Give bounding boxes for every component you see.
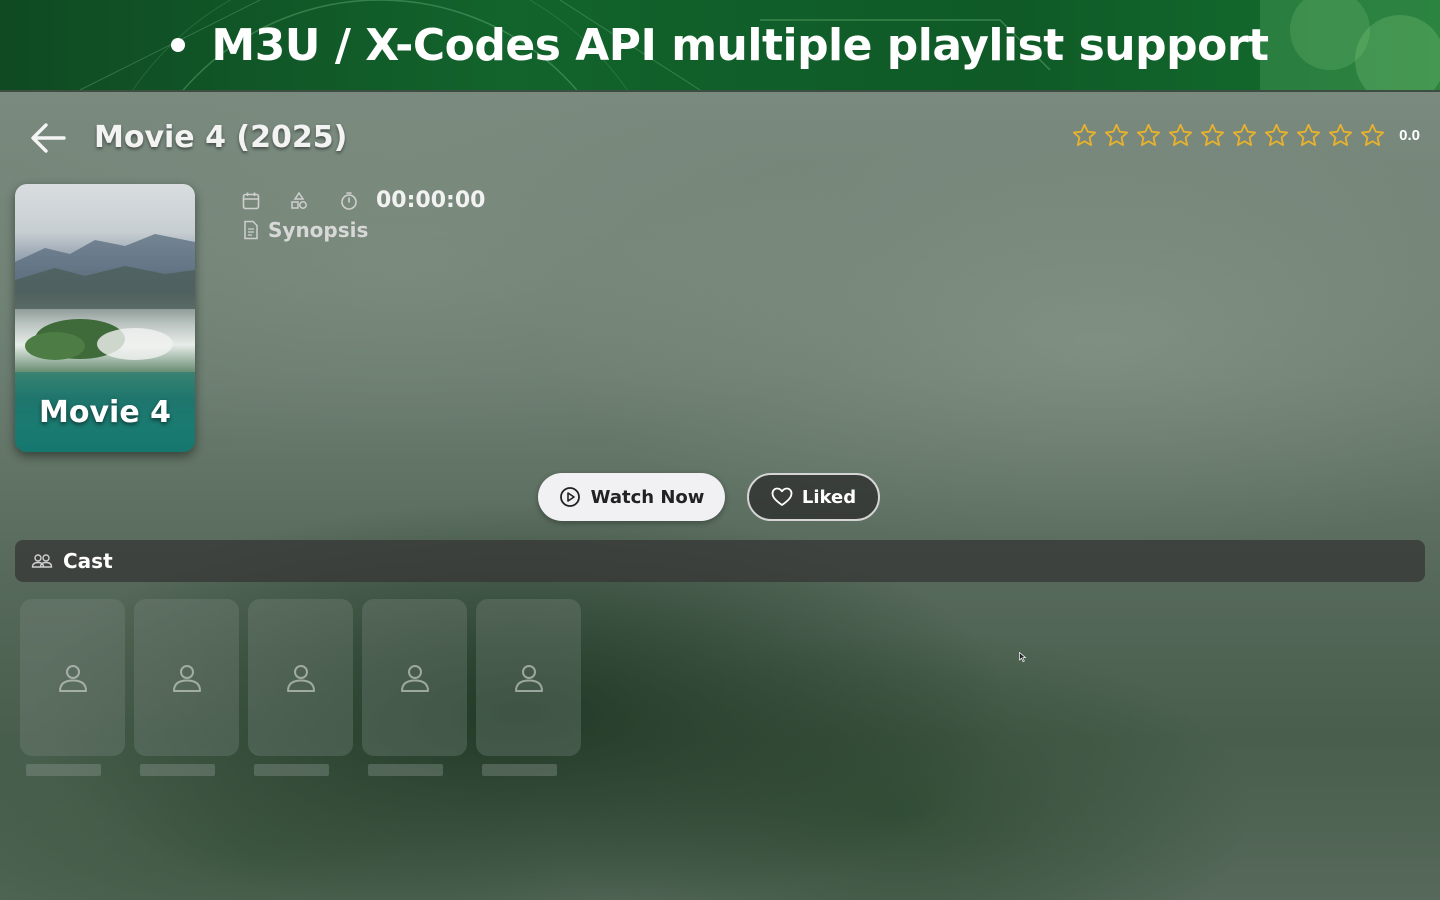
star-icon (1233, 123, 1257, 146)
cast-name-placeholder (368, 764, 443, 776)
movie-detail-screen: Movie 4 (2025) 0.0 Movie 4 00:00:00 Syno… (0, 90, 1440, 900)
person-icon (514, 664, 543, 692)
synopsis-label: Synopsis (268, 218, 369, 242)
cast-card (20, 599, 125, 756)
cast-card (476, 599, 581, 756)
cast-member[interactable] (134, 599, 239, 776)
cast-card (362, 599, 467, 756)
star-icon (1297, 123, 1321, 146)
cast-card (134, 599, 239, 756)
bullet-icon (171, 38, 186, 52)
back-button[interactable] (26, 118, 70, 158)
duration: 00:00:00 (376, 188, 486, 213)
rating: 0.0 (1071, 122, 1420, 149)
person-icon (58, 664, 87, 692)
movie-poster: Movie 4 (15, 184, 195, 452)
cast-name-placeholder (26, 764, 101, 776)
poster-title: Movie 4 (39, 395, 171, 430)
header: Movie 4 (2025) 0.0 (0, 92, 1440, 187)
person-icon (172, 664, 201, 692)
liked-button[interactable]: Liked (747, 473, 880, 521)
mouse-cursor-icon (1019, 652, 1027, 662)
cast-member[interactable] (476, 599, 581, 776)
meta-row: 00:00:00 (240, 188, 485, 213)
star-rating (1071, 122, 1386, 149)
cast-card (248, 599, 353, 756)
star-icon (1137, 123, 1161, 146)
person-icon (400, 664, 429, 692)
play-circle-icon (559, 487, 580, 507)
rating-value: 0.0 (1399, 127, 1420, 144)
page-title: Movie 4 (2025) (94, 120, 348, 155)
arrow-left-icon (31, 123, 66, 153)
cast-list (20, 599, 581, 776)
star-icon (1169, 123, 1193, 146)
users-icon (31, 554, 53, 568)
calendar-icon (240, 190, 262, 212)
liked-label: Liked (801, 486, 857, 508)
watch-now-button[interactable]: Watch Now (538, 473, 725, 521)
star-icon (1329, 123, 1353, 146)
timer-icon (338, 190, 360, 212)
cast-title: Cast (63, 549, 113, 573)
cast-name-placeholder (140, 764, 215, 776)
document-icon (240, 219, 262, 241)
cast-section-header: Cast (15, 540, 1425, 582)
cast-member[interactable] (248, 599, 353, 776)
star-icon (1361, 123, 1385, 146)
banner-title: M3U / X-Codes API multiple playlist supp… (211, 19, 1269, 71)
synopsis-row: Synopsis (240, 218, 368, 242)
cast-member[interactable] (362, 599, 467, 776)
cast-name-placeholder (482, 764, 557, 776)
category-icon (288, 190, 310, 212)
promo-banner: M3U / X-Codes API multiple playlist supp… (0, 0, 1440, 90)
star-icon (1201, 123, 1225, 146)
person-icon (286, 664, 315, 692)
watch-now-label: Watch Now (590, 486, 705, 508)
star-icon (1265, 123, 1289, 146)
star-icon (1073, 123, 1097, 146)
cast-member[interactable] (20, 599, 125, 776)
heart-icon (771, 487, 793, 506)
star-icon (1105, 123, 1129, 146)
cast-name-placeholder (254, 764, 329, 776)
